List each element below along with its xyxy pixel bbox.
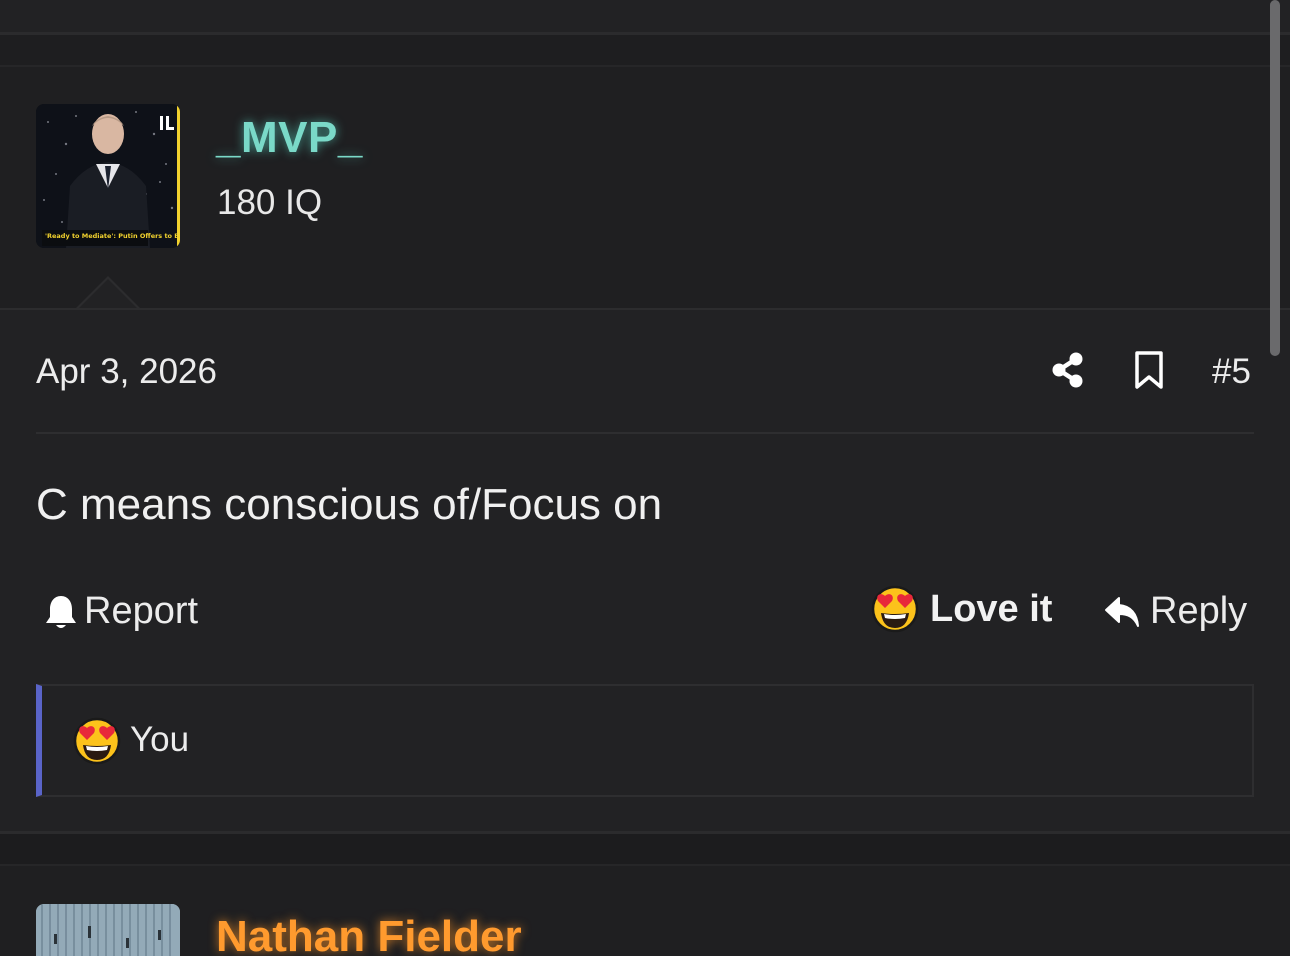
next-post-author-header: Nathan Fielder	[0, 864, 1290, 956]
report-label: Report	[84, 590, 199, 632]
share-icon	[1052, 352, 1083, 388]
love-it-button[interactable]: Love it	[870, 584, 1052, 634]
post-gap	[0, 834, 1290, 864]
avatar-image	[36, 904, 180, 956]
author-name[interactable]: _MVP_	[216, 113, 363, 163]
post-actions: Report Love it Reply	[0, 578, 1290, 648]
bookmark-icon	[1135, 351, 1163, 389]
report-button[interactable]: Report	[44, 590, 198, 633]
author-avatar[interactable]: 'Ready to Mediate': Putin Offers to Brok…	[36, 104, 180, 248]
post-author-header: 'Ready to Mediate': Putin Offers to Brok…	[0, 67, 1290, 308]
post-gap	[0, 35, 1290, 65]
post-body-text: C means conscious of/Focus on	[36, 480, 663, 529]
reactions-summary-text: You	[130, 720, 190, 759]
avatar-caption: 'Ready to Mediate': Putin Offers to Brok…	[45, 232, 180, 240]
divider	[36, 432, 1254, 434]
speech-pointer-fill	[78, 279, 138, 309]
post-date[interactable]: Apr 3, 2026	[36, 352, 217, 392]
post-message: Apr 3, 2026 #5 C means conscious of/Focu…	[0, 308, 1290, 831]
post-number-link[interactable]: #5	[1212, 352, 1251, 392]
previous-post-footer	[0, 0, 1290, 32]
reactions-summary-bar[interactable]: You	[36, 684, 1254, 797]
heart-eyes-emoji-icon	[73, 717, 121, 765]
thread-page: 'Ready to Mediate': Putin Offers to Brok…	[0, 0, 1290, 956]
reply-button[interactable]: Reply	[1104, 590, 1247, 633]
scrollbar-thumb[interactable]	[1270, 0, 1280, 356]
author-title: 180 IQ	[217, 183, 323, 222]
reply-label: Reply	[1150, 590, 1248, 632]
heart-eyes-emoji-icon	[871, 585, 919, 633]
avatar-image: 'Ready to Mediate': Putin Offers to Brok…	[36, 104, 180, 248]
next-author-name[interactable]: Nathan Fielder	[216, 912, 522, 956]
next-author-avatar[interactable]	[36, 904, 180, 956]
bell-icon	[46, 595, 76, 628]
love-it-label: Love it	[930, 587, 1053, 630]
bookmark-button[interactable]	[1131, 350, 1167, 390]
reply-arrow-icon	[1105, 596, 1139, 627]
share-button[interactable]	[1050, 350, 1086, 390]
